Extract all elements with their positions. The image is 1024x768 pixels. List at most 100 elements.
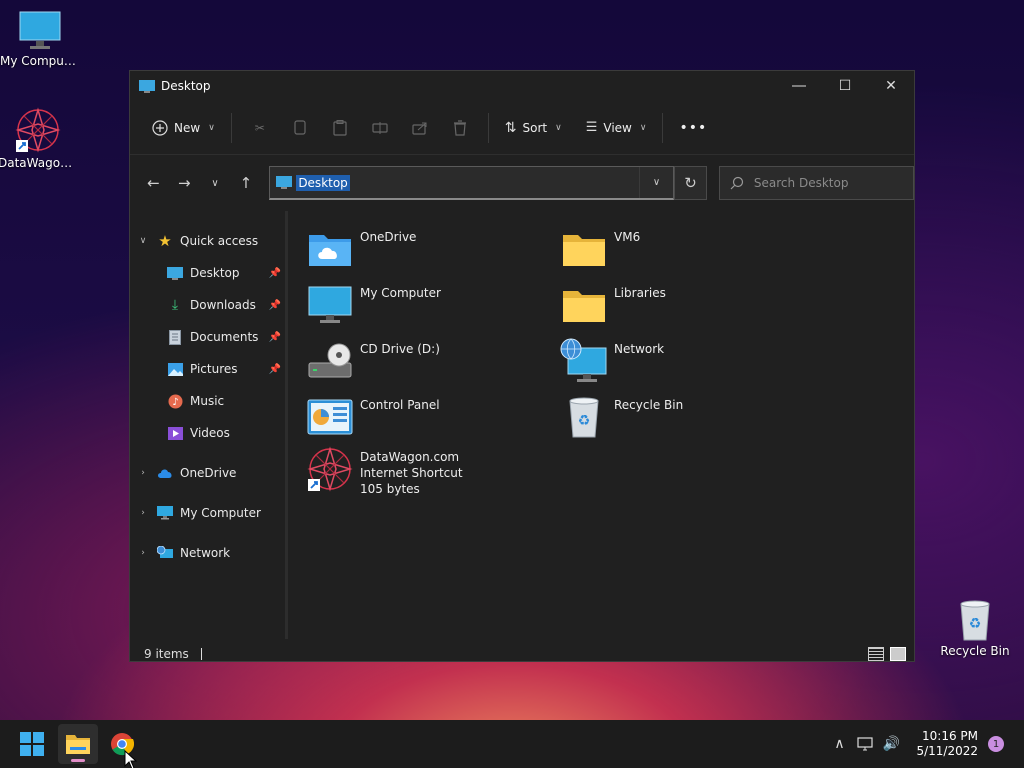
status-bar: 9 items [130,639,914,669]
svg-text:♻: ♻ [969,616,982,632]
new-button[interactable]: New ∨ [144,112,223,144]
video-icon [166,425,184,441]
file-item-libraries[interactable]: Libraries [560,281,666,329]
file-name: VM6 [614,230,641,244]
file-name: Recycle Bin [614,398,684,412]
file-name: Control Panel [360,398,440,412]
nav-item-desktop[interactable]: Desktop 📌 [130,257,285,289]
copy-icon [294,119,306,135]
chevron-right-icon[interactable]: › [130,468,156,478]
desktop-icon-datawagon[interactable]: DataWagon... [0,106,78,170]
star-icon: ★ [158,232,172,250]
chevron-right-icon[interactable]: › [130,508,156,518]
desktop-icon-my-computer[interactable]: My Computer [0,10,80,68]
search-input[interactable] [753,176,904,190]
item-count: 9 items [144,647,189,661]
show-hidden-icons-button[interactable]: ∧ [826,736,852,752]
nav-item-music[interactable]: ♪ Music [130,385,285,417]
file-name: My Computer [360,286,441,300]
nav-item-videos[interactable]: Videos [130,417,285,449]
view-label: View [603,120,632,135]
large-icons-view-button[interactable] [890,647,906,661]
arrow-up-icon: ↑ [239,174,253,192]
music-note-icon: ♪ [166,393,184,409]
file-item-vm6[interactable]: VM6 [560,225,640,273]
file-item-onedrive[interactable]: OneDrive [306,225,416,273]
nav-item-pictures[interactable]: Pictures 📌 [130,353,285,385]
address-bar[interactable]: Desktop ∨ [269,166,675,200]
nav-item-documents[interactable]: Documents 📌 [130,321,285,353]
refresh-button[interactable]: ↻ [674,166,707,200]
plus-circle-icon [152,119,168,136]
chevron-down-icon: ∨ [639,122,647,133]
rename-button[interactable] [360,112,400,144]
sort-button[interactable]: ⇅ Sort ∨ [497,112,570,144]
network-status-button[interactable] [852,737,878,751]
folder-icon [563,235,605,266]
file-item-recycle-bin[interactable]: ♻ Recycle Bin [560,393,683,441]
address-dropdown-button[interactable]: ∨ [639,167,673,198]
nav-label: My Computer [180,506,261,520]
datawagon-logo-icon [15,107,61,153]
more-options-button[interactable]: ••• [671,112,715,144]
clock[interactable]: 10:16 PM 5/11/2022 [916,729,978,759]
cd-drive-icon [308,343,352,378]
desktop-icon-label: Recycle Bin [940,644,1010,658]
view-list-icon: ☰ [585,120,598,135]
file-item-cd-drive[interactable]: CD Drive (D:) [306,337,440,385]
desktop-icon-recycle-bin[interactable]: ♻ Recycle Bin [935,598,1015,658]
chevron-down-icon[interactable]: ∨ [130,236,156,246]
clock-date: 5/11/2022 [916,744,978,758]
folder-icon [563,291,605,322]
maximize-button[interactable]: ☐ [822,71,868,101]
search-box[interactable] [718,166,914,200]
taskbar: ∧ 🔊 10:16 PM 5/11/2022 1 [0,720,1024,768]
window-title: Desktop [161,79,211,93]
notification-badge[interactable]: 1 [988,736,1004,752]
address-path-text[interactable]: Desktop [296,174,350,191]
cut-button[interactable]: ✂ [240,112,280,144]
minimize-button[interactable]: ― [776,71,822,101]
nav-network[interactable]: › Network [130,537,285,569]
volume-button[interactable]: 🔊 [878,736,904,752]
close-button[interactable]: ✕ [868,71,914,101]
share-button[interactable] [400,112,440,144]
nav-label: Music [190,394,225,408]
file-item-network[interactable]: Network [560,337,664,385]
nav-quick-access[interactable]: ∨ ★ Quick access [130,225,285,257]
speaker-icon: 🔊 [882,736,901,752]
start-button[interactable] [12,724,52,764]
toolbar-divider [487,112,489,143]
nav-my-computer[interactable]: › My Computer [130,497,285,529]
file-item-my-computer[interactable]: My Computer [306,281,441,329]
file-item-datawagon-shortcut[interactable]: DataWagon.com Internet Shortcut 105 byte… [306,445,463,497]
windows-logo-icon [20,732,44,756]
copy-button[interactable] [280,112,320,144]
paste-button[interactable] [320,112,360,144]
details-view-button[interactable] [868,647,884,661]
chevron-down-icon: ∨ [211,177,219,189]
delete-button[interactable] [440,112,480,144]
recent-locations-button[interactable]: ∨ [200,167,231,199]
mouse-cursor-icon [124,750,138,768]
chevron-up-icon: ∧ [834,736,845,752]
view-button[interactable]: ☰ View ∨ [578,112,655,144]
up-button[interactable]: ↑ [230,167,261,199]
desktop-icon-label: My Computer [0,54,80,68]
chevron-down-icon: ∨ [652,177,661,188]
desktop-icon-label: DataWagon... [0,156,78,170]
nav-onedrive[interactable]: › OneDrive [130,457,285,489]
back-button[interactable]: ← [138,167,169,199]
chevron-right-icon[interactable]: › [130,548,156,558]
share-icon [412,122,427,135]
chevron-down-icon: ∨ [208,122,215,133]
folder-icon [66,735,90,754]
file-item-control-panel[interactable]: Control Panel [306,393,440,441]
taskbar-file-explorer[interactable] [58,724,98,764]
title-bar[interactable]: Desktop ― ☐ ✕ [130,71,914,101]
navigation-pane: ∨ ★ Quick access Desktop 📌 ⤓ Downloads 📌… [130,211,288,639]
forward-button[interactable]: → [169,167,200,199]
pin-icon: 📌 [268,267,281,279]
desktop-folder-icon [276,176,293,189]
nav-item-downloads[interactable]: ⤓ Downloads 📌 [130,289,285,321]
